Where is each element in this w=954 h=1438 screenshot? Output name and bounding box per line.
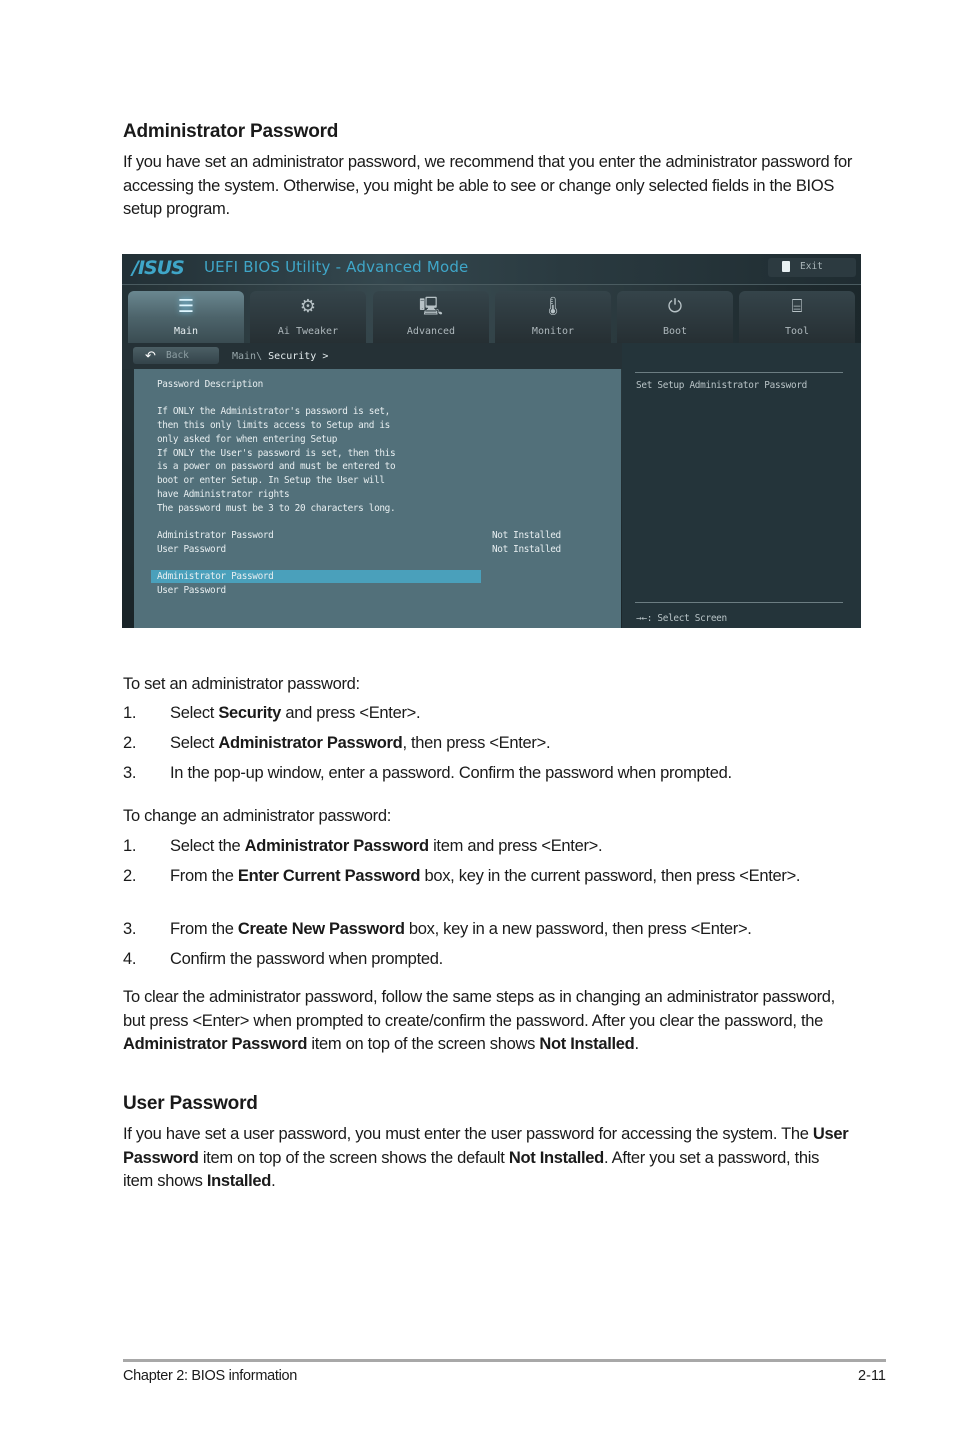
- step-text: , then press <Enter>.: [402, 734, 551, 752]
- tab-label: Boot: [662, 326, 688, 337]
- text: .: [634, 1035, 639, 1053]
- exit-label: Exit: [800, 261, 823, 272]
- help-text: Set Setup Administrator Password: [636, 380, 808, 391]
- back-button[interactable]: ↶ Back: [133, 347, 219, 364]
- tab-ai-tweaker[interactable]: ⚙ Ai Tweaker: [250, 291, 366, 343]
- text: If you have set a user password, you mus…: [123, 1125, 813, 1143]
- intro-paragraph: If you have set an administrator passwor…: [123, 153, 853, 218]
- step-bold: Administrator Password: [244, 837, 429, 855]
- step-bold: Administrator Password: [218, 734, 403, 752]
- footer-chapter: Chapter 2: BIOS information: [123, 1368, 298, 1384]
- tab-label: Tool: [784, 326, 810, 337]
- step-text: From the: [170, 920, 238, 938]
- text: .: [271, 1172, 276, 1190]
- step-text: box, key in the current password, then p…: [420, 867, 801, 885]
- help-panel: Set Setup Administrator Password →←: Sel…: [622, 343, 861, 628]
- settings-panel: Password Description If ONLY the Adminis…: [134, 369, 621, 628]
- description-line: then this only limits access to Setup an…: [157, 420, 390, 431]
- step-number: 1.: [123, 837, 137, 855]
- text: item on top of the screen shows: [307, 1035, 540, 1053]
- step-number: 1.: [123, 704, 137, 722]
- tab-advanced[interactable]: 🖳 Advanced: [373, 291, 489, 343]
- toolbox-icon: ⌸: [791, 296, 803, 317]
- step-number: 2.: [123, 734, 137, 752]
- bios-screenshot: /ISUS UEFI BIOS Utility - Advanced Mode …: [122, 254, 861, 628]
- footer-page-number: 2-11: [858, 1368, 886, 1384]
- step-number: 3.: [123, 764, 137, 782]
- tab-main[interactable]: ☰ Main: [128, 291, 244, 343]
- step-number: 4.: [123, 950, 137, 968]
- step-text: Select the: [170, 837, 245, 855]
- key-hint-select-screen: →←: Select Screen: [636, 613, 727, 624]
- menu-item-user-password[interactable]: User Password: [157, 585, 226, 596]
- step-number: 2.: [123, 867, 137, 885]
- set-steps-intro: To set an administrator password:: [123, 675, 360, 693]
- breadcrumb: Main\ Security >: [232, 351, 328, 362]
- step-text: Select: [170, 704, 219, 722]
- step-text: In the pop-up window, enter a password. …: [170, 764, 732, 782]
- step-number: 3.: [123, 920, 137, 938]
- tab-boot[interactable]: ⏻ Boot: [617, 291, 733, 343]
- tab-label: Advanced: [406, 326, 456, 337]
- step-text: item and press <Enter>.: [428, 837, 603, 855]
- status-value-administrator: Not Installed: [492, 530, 561, 541]
- description-line: The password must be 3 to 20 characters …: [157, 503, 396, 514]
- step-text: Confirm the password when prompted.: [170, 950, 443, 968]
- bold-text: Administrator Password: [123, 1035, 308, 1053]
- back-arrow-icon: ↶: [145, 348, 156, 363]
- bold-text: Not Installed: [539, 1035, 635, 1053]
- description-line: is a power on password and must be enter…: [157, 461, 396, 472]
- description-line: have Administrator rights: [157, 489, 290, 500]
- status-label-user: User Password: [157, 544, 226, 555]
- description-line: only asked for when entering Setup: [157, 434, 338, 445]
- step-text: From the: [170, 867, 238, 885]
- change-steps-intro: To change an administrator password:: [123, 807, 392, 825]
- menu-item-administrator-password[interactable]: Administrator Password: [157, 571, 274, 582]
- description-line: boot or enter Setup. In Setup the User w…: [157, 475, 385, 486]
- breadcrumb-current: Security >: [268, 351, 329, 362]
- tab-label: Main: [173, 326, 199, 337]
- step-text: Select: [170, 734, 219, 752]
- bios-title-bar: /ISUS UEFI BIOS Utility - Advanced Mode …: [122, 254, 861, 285]
- tweaker-icon: ⚙: [299, 296, 317, 317]
- asus-logo: /ISUS: [132, 257, 185, 279]
- help-divider: [635, 372, 843, 373]
- step-text: box, key in a new password, then press <…: [404, 920, 752, 938]
- tab-label: Monitor: [531, 326, 575, 337]
- tab-tool[interactable]: ⌸ Tool: [739, 291, 855, 343]
- clear-password-paragraph: To clear the administrator password, fol…: [123, 986, 853, 1057]
- text: item on top of the screen shows the defa…: [198, 1148, 509, 1167]
- description-line: Password Description: [157, 379, 263, 390]
- bios-title: UEFI BIOS Utility - Advanced Mode: [204, 258, 469, 276]
- footer-divider: [123, 1359, 886, 1362]
- power-icon: ⏻: [667, 296, 683, 317]
- section-heading-user-password: User Password: [123, 1093, 258, 1114]
- step-text: and press <Enter>.: [281, 704, 421, 722]
- advanced-info-icon: 🖳: [418, 296, 443, 317]
- status-value-user: Not Installed: [492, 544, 561, 555]
- text: To clear the administrator password, fol…: [123, 988, 835, 1030]
- step-bold: Security: [218, 704, 282, 722]
- bold-text: Not Installed: [508, 1148, 604, 1167]
- tab-monitor[interactable]: 🌡 Monitor: [495, 291, 611, 343]
- bold-text: Installed: [206, 1172, 272, 1190]
- help-divider: [635, 602, 843, 603]
- exit-button[interactable]: Exit: [768, 258, 856, 277]
- description-line: If ONLY the Administrator's password is …: [157, 406, 390, 417]
- back-label: Back: [166, 350, 189, 361]
- user-password-paragraph: If you have set a user password, you mus…: [123, 1123, 853, 1194]
- description-line: If ONLY the User's password is set, then…: [157, 448, 396, 459]
- step-bold: Enter Current Password: [237, 867, 421, 885]
- tab-label: Ai Tweaker: [277, 326, 339, 337]
- status-label-administrator: Administrator Password: [157, 530, 274, 541]
- thermometer-icon: 🌡: [541, 296, 565, 317]
- step-bold: Create New Password: [237, 920, 405, 938]
- section-heading-administrator-password: Administrator Password: [123, 121, 339, 142]
- exit-door-icon: [782, 261, 790, 272]
- list-icon: ☰: [177, 296, 195, 317]
- breadcrumb-parent[interactable]: Main\: [232, 351, 262, 362]
